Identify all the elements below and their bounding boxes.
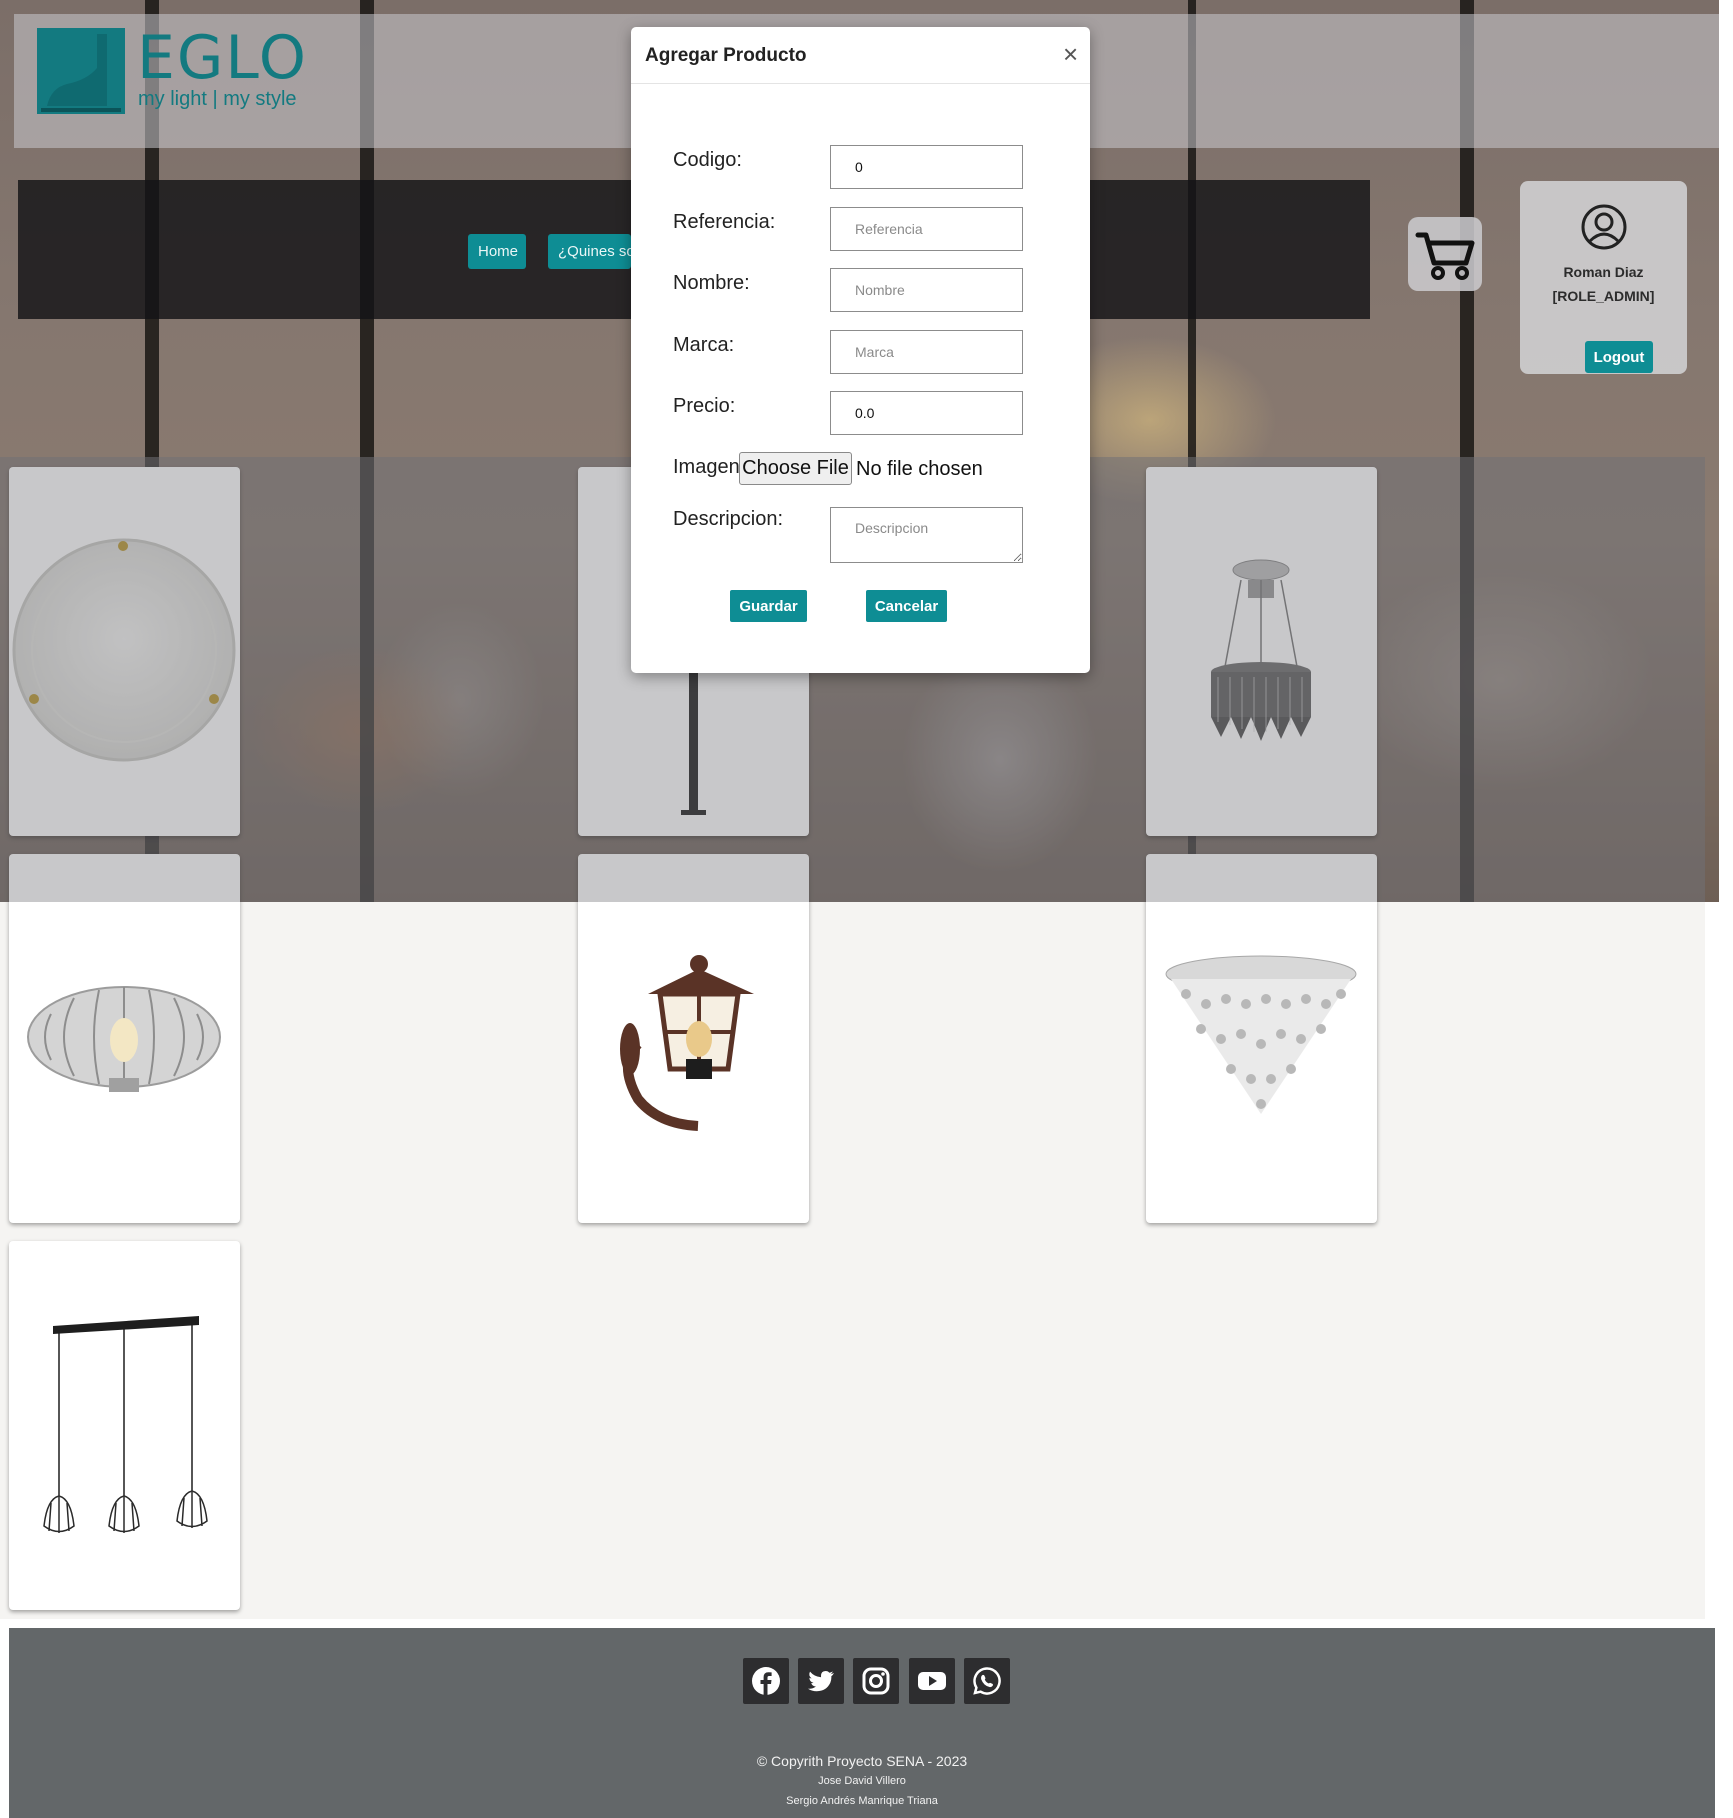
- file-status-text: No file chosen: [856, 458, 983, 480]
- wooden-pendant-lamp-icon: [27, 986, 221, 1092]
- user-name: Roman Diaz: [1563, 264, 1644, 280]
- product-card[interactable]: [9, 467, 240, 836]
- product-card[interactable]: [9, 1241, 240, 1610]
- author-name: Jose David Villero: [818, 1775, 906, 1787]
- product-card[interactable]: [1146, 854, 1377, 1223]
- nav-home-button[interactable]: Home: [468, 234, 526, 269]
- nav-about-button[interactable]: ¿Quines somos?: [548, 234, 631, 269]
- close-icon[interactable]: ×: [1063, 41, 1078, 67]
- codigo-input[interactable]: [830, 145, 1023, 189]
- youtube-icon: [918, 1672, 946, 1690]
- user-panel: Roman Diaz [ROLE_ADMIN] Logout: [1520, 181, 1687, 374]
- precio-input[interactable]: [830, 391, 1023, 435]
- product-card[interactable]: [9, 854, 240, 1223]
- twitter-link[interactable]: [798, 1658, 844, 1704]
- user-avatar-icon: [1581, 204, 1627, 250]
- whatsapp-icon: [973, 1667, 1001, 1695]
- descripcion-label: Descripcion:: [673, 508, 784, 530]
- imagen-label: Imagen:: [673, 456, 746, 478]
- user-role: [ROLE_ADMIN]: [1552, 288, 1655, 304]
- footer: © Copyrith Proyecto SENA - 2023 Jose Dav…: [9, 1628, 1715, 1818]
- youtube-link[interactable]: [909, 1658, 955, 1704]
- crystal-ceiling-lamp-icon: [1165, 955, 1357, 1114]
- eglo-logo-icon: [37, 28, 125, 114]
- triple-cage-pendant-icon: [43, 1316, 208, 1533]
- codigo-label: Codigo:: [673, 149, 742, 171]
- author-name: Sergio Andrés Manrique Triana: [786, 1795, 938, 1807]
- nombre-label: Nombre:: [673, 272, 750, 294]
- referencia-label: Referencia:: [673, 211, 776, 233]
- marca-label: Marca:: [673, 334, 735, 356]
- product-card[interactable]: [578, 854, 809, 1223]
- precio-label: Precio:: [673, 395, 736, 417]
- eglo-logo[interactable]: EGLO my light | my style: [37, 28, 306, 118]
- descripcion-textarea[interactable]: [830, 507, 1023, 563]
- cart-button[interactable]: [1408, 217, 1482, 291]
- copyright-text: © Copyrith Proyecto SENA - 2023: [756, 1753, 968, 1769]
- facebook-icon: [752, 1667, 780, 1695]
- modal-divider: [631, 83, 1090, 84]
- product-card[interactable]: [1146, 467, 1377, 836]
- save-button[interactable]: Guardar: [730, 590, 807, 622]
- marca-input[interactable]: [830, 330, 1023, 374]
- nombre-input[interactable]: [830, 268, 1023, 312]
- twitter-icon: [808, 1671, 834, 1692]
- modal-title: Agregar Producto: [645, 45, 807, 66]
- outdoor-wall-lantern-icon: [620, 955, 754, 1131]
- brand-tagline: my light | my style: [138, 88, 297, 110]
- add-product-modal: Agregar Producto × Codigo: Referencia: N…: [631, 27, 1090, 673]
- brand-name: EGLO: [137, 23, 308, 93]
- product-area: [0, 902, 1705, 1619]
- instagram-icon: [862, 1667, 890, 1695]
- round-ceiling-lamp-icon: [12, 538, 236, 762]
- cart-icon: [1415, 232, 1475, 280]
- whatsapp-link[interactable]: [964, 1658, 1010, 1704]
- facebook-link[interactable]: [743, 1658, 789, 1704]
- crystal-chandelier-icon: [1211, 559, 1311, 741]
- choose-file-button[interactable]: Choose File: [739, 452, 852, 485]
- cancel-button[interactable]: Cancelar: [866, 590, 947, 622]
- referencia-input[interactable]: [830, 207, 1023, 251]
- instagram-link[interactable]: [853, 1658, 899, 1704]
- logout-button[interactable]: Logout: [1585, 341, 1653, 373]
